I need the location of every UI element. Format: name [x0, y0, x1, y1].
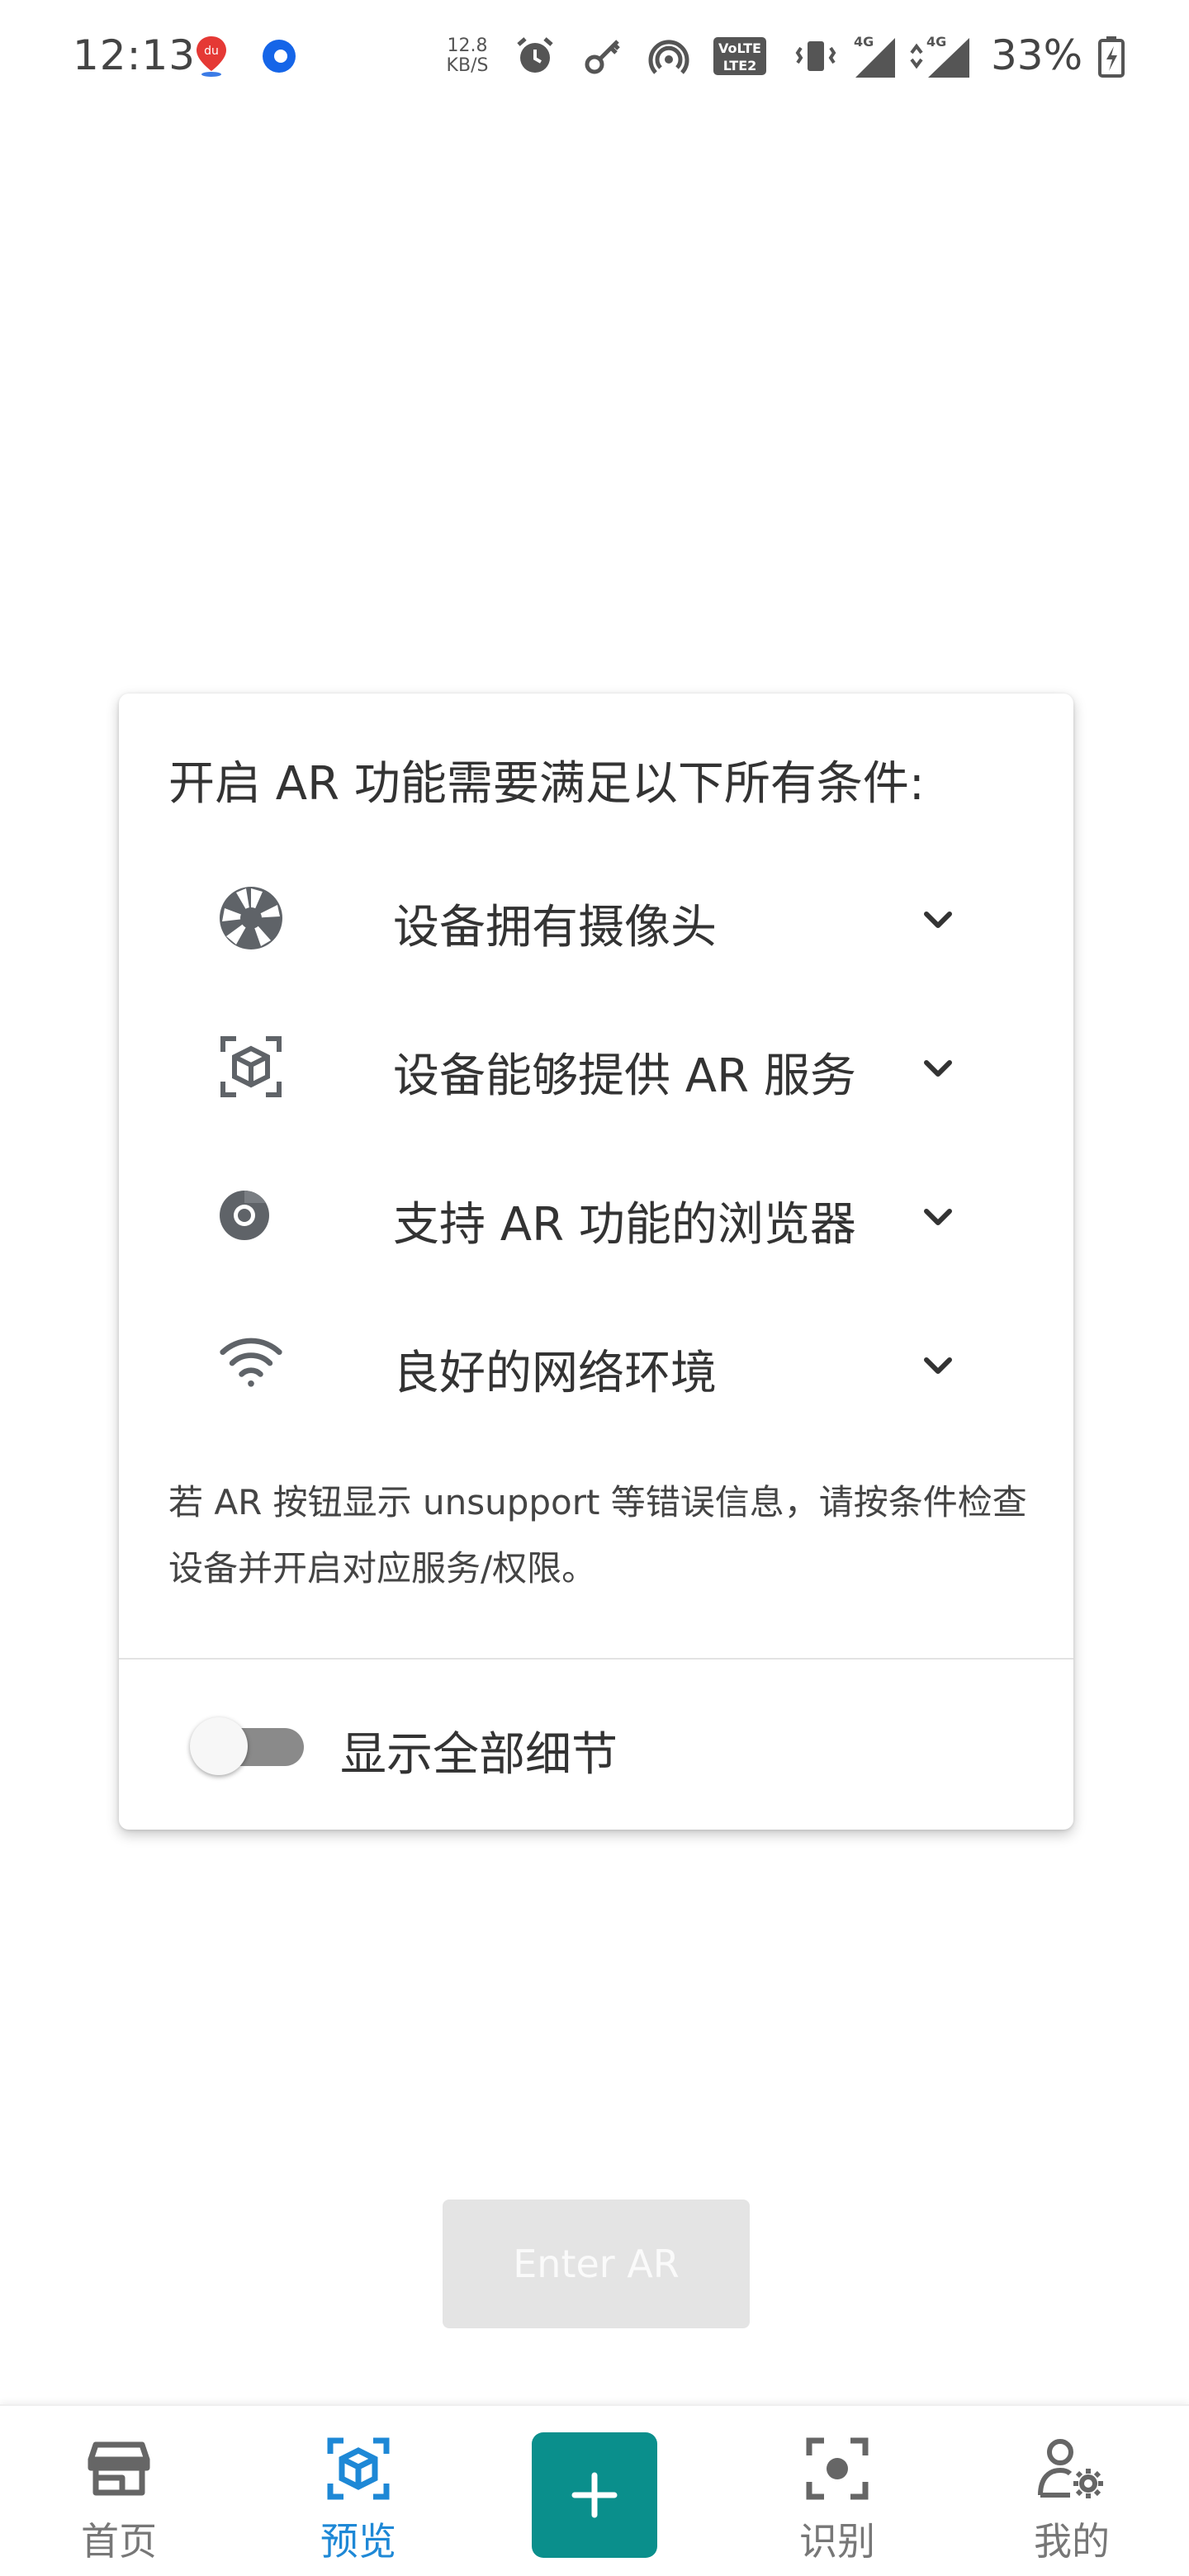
- enter-ar-button[interactable]: Enter AR: [443, 2200, 750, 2328]
- volte-icon: VoLTE LTE2: [710, 33, 770, 79]
- nav-item-mine[interactable]: 我的: [989, 2406, 1154, 2576]
- svg-text:LTE2: LTE2: [723, 58, 757, 73]
- ar-cube-icon: [218, 1034, 284, 1100]
- requirement-label: 支持 AR 功能的浏览器: [393, 1198, 856, 1252]
- nav-item-preview[interactable]: 预览: [276, 2406, 441, 2576]
- scan-icon: [796, 2432, 879, 2505]
- signal-4g-icon: 4G: [907, 33, 973, 79]
- baidu-map-icon: du: [188, 33, 234, 79]
- nav-item-recognize[interactable]: 识别: [755, 2406, 920, 2576]
- status-time: 12:13: [73, 31, 197, 79]
- nav-item-home[interactable]: 首页: [36, 2406, 201, 2576]
- signal-4g-icon: 4G: [849, 33, 898, 79]
- help-note: 若 AR 按钮显示 unsupport 等错误信息，请按条件检查设备并开启对应服…: [168, 1482, 1027, 1589]
- svg-text:VoLTE: VoLTE: [718, 40, 761, 56]
- store-icon: [78, 2432, 160, 2505]
- speed-unit: KB/S: [446, 55, 489, 76]
- show-details-toggle[interactable]: [190, 1717, 306, 1775]
- nav-label: 识别: [799, 2519, 875, 2564]
- status-bar: 12:13 du 12.8 KB/S VoLTE LTE2 4G 4G 33%: [0, 0, 1189, 116]
- card-divider: [119, 1658, 1073, 1660]
- bottom-navigation: 首页 预览 识别 我的: [0, 2404, 1189, 2576]
- nav-label: 我的: [1034, 2519, 1110, 2564]
- hotspot-icon: [644, 33, 694, 79]
- requirement-ar-service[interactable]: 设备能够提供 AR 服务: [119, 992, 1073, 1141]
- nav-label: 预览: [320, 2519, 396, 2564]
- speed-value: 12.8: [447, 36, 488, 56]
- key-icon: [578, 33, 628, 79]
- ar-cube-icon: [317, 2432, 400, 2505]
- alarm-icon: [510, 33, 560, 79]
- chevron-down-icon[interactable]: [912, 1339, 964, 1392]
- show-details-label: 显示全部细节: [340, 1728, 618, 1782]
- battery-percentage: 33%: [991, 31, 1083, 79]
- chevron-down-icon[interactable]: [912, 1042, 964, 1095]
- card-title: 开启 AR 功能需要满足以下所有条件:: [168, 757, 925, 811]
- browser-icon: [256, 33, 302, 79]
- ar-requirements-card: 开启 AR 功能需要满足以下所有条件: 设备拥有摄像头 设备能够提供 AR 服务…: [119, 694, 1073, 1830]
- plus-icon: [571, 2472, 618, 2518]
- chevron-down-icon[interactable]: [912, 893, 964, 946]
- svg-text:du: du: [204, 45, 219, 58]
- network-speed: 12.8 KB/S: [443, 36, 492, 76]
- battery-charging-icon: [1095, 33, 1128, 79]
- requirement-label: 设备拥有摄像头: [393, 901, 717, 954]
- chevron-down-icon[interactable]: [912, 1191, 964, 1243]
- chrome-browser-icon: [211, 1182, 277, 1248]
- user-settings-icon: [1030, 2432, 1113, 2505]
- toggle-knob: [190, 1717, 248, 1775]
- vibrate-icon: [793, 33, 839, 79]
- add-button[interactable]: [532, 2432, 657, 2558]
- nav-label: 首页: [81, 2519, 157, 2564]
- requirement-label: 良好的网络环境: [393, 1347, 717, 1400]
- requirement-camera[interactable]: 设备拥有摄像头: [119, 844, 1073, 992]
- requirement-browser[interactable]: 支持 AR 功能的浏览器: [119, 1141, 1073, 1290]
- camera-aperture-icon: [218, 885, 284, 951]
- requirement-label: 设备能够提供 AR 服务: [393, 1049, 856, 1103]
- requirement-network[interactable]: 良好的网络环境: [119, 1290, 1073, 1438]
- svg-text:4G: 4G: [926, 34, 946, 50]
- svg-text:4G: 4G: [854, 34, 874, 50]
- wifi-icon: [218, 1331, 284, 1397]
